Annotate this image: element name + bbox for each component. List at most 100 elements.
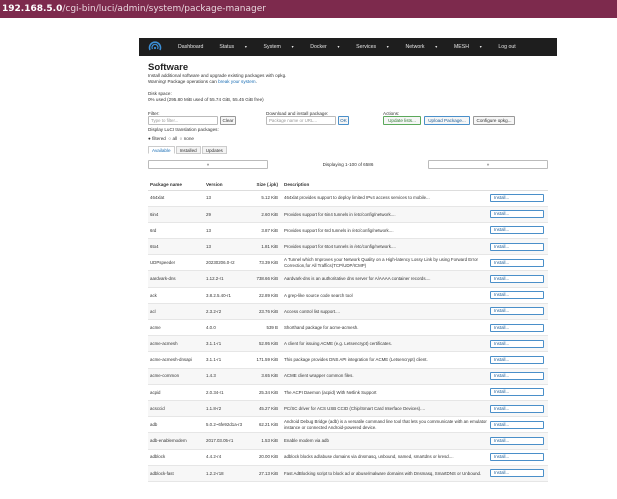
version-cell: 1.1.8-r2 — [204, 400, 252, 418]
nav-item-log-out[interactable]: Log out — [498, 44, 523, 50]
action-cell: Install... — [488, 368, 548, 385]
description-cell: A grep-like source code search tool — [282, 287, 488, 304]
size-cell: 3.87 KiB — [252, 222, 282, 240]
size-cell: 1.53 KiB — [252, 432, 282, 450]
package-name-cell: acme-acmesh-dnsapi — [148, 351, 204, 369]
description-cell: Shorthand package for acme-acmesh. — [282, 319, 488, 337]
translations-label: Display LuCI translation packages: — [148, 127, 219, 132]
install-button[interactable]: Install... — [490, 388, 544, 397]
prev-page-button[interactable]: « — [148, 160, 268, 169]
install-button[interactable]: Install... — [490, 291, 544, 300]
version-cell: 2.0.34-r1 — [204, 384, 252, 401]
nav-item-status[interactable]: Status ▼ — [219, 44, 255, 50]
table-row: acpid 2.0.34-r1 25.34 KiB The ACPI Daemon (… — [148, 384, 548, 401]
col-package-name: Package name — [148, 180, 204, 191]
install-button[interactable]: Install... — [490, 453, 544, 462]
install-button[interactable]: Install... — [490, 242, 544, 251]
table-row: acme-acmesh-dnsapi 3.1.1-r1 171.59 KiB This… — [148, 351, 548, 369]
nav-item-services[interactable]: Services ▼ — [356, 44, 397, 50]
break-system-link[interactable]: break your system — [218, 79, 256, 84]
chevron-down-icon: ▼ — [243, 45, 248, 49]
install-button[interactable]: Install... — [490, 372, 544, 381]
chevron-down-icon: ▼ — [289, 45, 295, 49]
nav-item-network[interactable]: Network ▼ — [406, 44, 446, 50]
install-button[interactable]: Install... — [490, 323, 544, 332]
radio-all[interactable]: ○ all — [168, 136, 177, 141]
radio-none[interactable]: ○ none — [180, 136, 194, 141]
clear-button[interactable]: Clear — [220, 116, 236, 125]
nav-item-label: Services — [356, 44, 377, 50]
pager: « Displaying 1-100 of 6586 » — [148, 160, 548, 170]
openwrt-logo-icon[interactable] — [147, 40, 163, 54]
install-button[interactable]: Install... — [490, 469, 544, 478]
chevron-down-icon: ▼ — [335, 45, 341, 49]
radio-filtered[interactable]: ● filtered — [148, 136, 166, 141]
package-table: Package name Version Size (.ipk) Descrip… — [148, 180, 548, 482]
description-cell: This package provides DNS API integratio… — [282, 351, 488, 369]
install-button[interactable]: Install... — [490, 355, 544, 364]
tab-available[interactable]: Available — [148, 146, 175, 154]
version-cell: 13 — [204, 190, 252, 207]
install-button[interactable]: Install... — [490, 420, 544, 429]
size-cell: 3.65 KiB — [252, 368, 282, 385]
tab-installed[interactable]: Installed — [175, 146, 201, 154]
action-cell: Install... — [488, 303, 548, 321]
page-description: Install additional software and upgrade … — [148, 73, 408, 85]
install-button[interactable]: Install... — [490, 210, 544, 219]
disk-space-value: 0% used (295.80 MiB used of 55.74 GiB, 5… — [148, 96, 264, 102]
size-cell: 25.34 KiB — [252, 384, 282, 401]
nav-item-dashboard[interactable]: Dashboard — [178, 44, 211, 50]
chevron-down-icon: ▼ — [385, 45, 390, 49]
address-bar[interactable]: 192.168.5.0/cgi-bin/luci/admin/system/pa… — [0, 0, 617, 18]
description-cell: A client for issuing ACME (e.g. Letsencr… — [282, 335, 488, 353]
version-cell: 3.1.1-r1 — [204, 351, 252, 369]
description-cell: PC/SC driver for ACS USB CCID (Chip/Smar… — [282, 400, 488, 418]
install-button[interactable]: Install... — [490, 404, 544, 413]
action-cell: Install... — [488, 449, 548, 466]
package-name-cell: acpid — [148, 384, 204, 401]
nav-item-label: System — [263, 44, 281, 50]
update-lists-button[interactable]: Update lists... — [383, 116, 421, 125]
package-name-cell: aardvark-dns — [148, 270, 204, 288]
install-button[interactable]: Install... — [490, 194, 544, 203]
package-name-cell: ack — [148, 287, 204, 304]
install-button[interactable]: Install... — [490, 258, 544, 267]
upload-package-button[interactable]: Upload Package... — [424, 116, 470, 125]
install-button[interactable]: Install... — [490, 307, 544, 316]
action-cell: Install... — [488, 238, 548, 256]
package-name-input[interactable]: Package name or URL... — [266, 116, 336, 125]
install-button[interactable]: Install... — [490, 339, 544, 348]
tab-updates[interactable]: Updates — [201, 146, 227, 154]
table-row: adblock 4.4.2-r4 20.00 KiB adblock blocks a… — [148, 449, 548, 466]
nav-item-docker[interactable]: Docker ▼ — [310, 44, 348, 50]
package-name-cell: acme-acmesh — [148, 335, 204, 353]
package-name-cell: adb-enablemodem — [148, 432, 204, 450]
size-cell: 20.00 KiB — [252, 449, 282, 466]
package-name-cell: 6rd — [148, 222, 204, 240]
description-cell: Provides support for 6to4 tunnels in /et… — [282, 238, 488, 256]
nav-item-label: Dashboard — [178, 44, 204, 50]
action-cell: Install... — [488, 206, 548, 223]
version-cell: 13 — [204, 222, 252, 240]
chevron-down-icon: ▼ — [433, 45, 438, 49]
action-cell: Install... — [488, 222, 548, 240]
size-cell: 45.27 KiB — [252, 400, 282, 418]
ok-button[interactable]: OK — [338, 116, 349, 125]
description-cell: Android Debug Bridge (adb) is a versatil… — [282, 416, 488, 434]
install-button[interactable]: Install... — [490, 275, 544, 284]
action-cell: Install... — [488, 384, 548, 401]
configure-opkg-button[interactable]: Configure opkg... — [473, 116, 515, 125]
install-button[interactable]: Install... — [490, 436, 544, 445]
filter-input[interactable]: Type to filter... — [148, 116, 218, 125]
size-cell: 2.60 KiB — [252, 206, 282, 223]
nav-item-system[interactable]: System ▼ — [264, 44, 303, 50]
description-cell: 464xlat provides support to deploy limit… — [282, 190, 488, 207]
description-cell: The ACPI Daemon (acpid) With Netlink Sup… — [282, 384, 488, 401]
install-button[interactable]: Install... — [490, 226, 544, 235]
nav-item-mesh[interactable]: MESH ▼ — [454, 44, 490, 50]
translations-radio-group: ● filtered ○ all ○ none — [148, 136, 194, 141]
next-page-button[interactable]: » — [428, 160, 548, 169]
description-cell: Access control list support.... — [282, 303, 488, 321]
action-cell: Install... — [488, 319, 548, 337]
version-cell: 1.4.3 — [204, 368, 252, 385]
